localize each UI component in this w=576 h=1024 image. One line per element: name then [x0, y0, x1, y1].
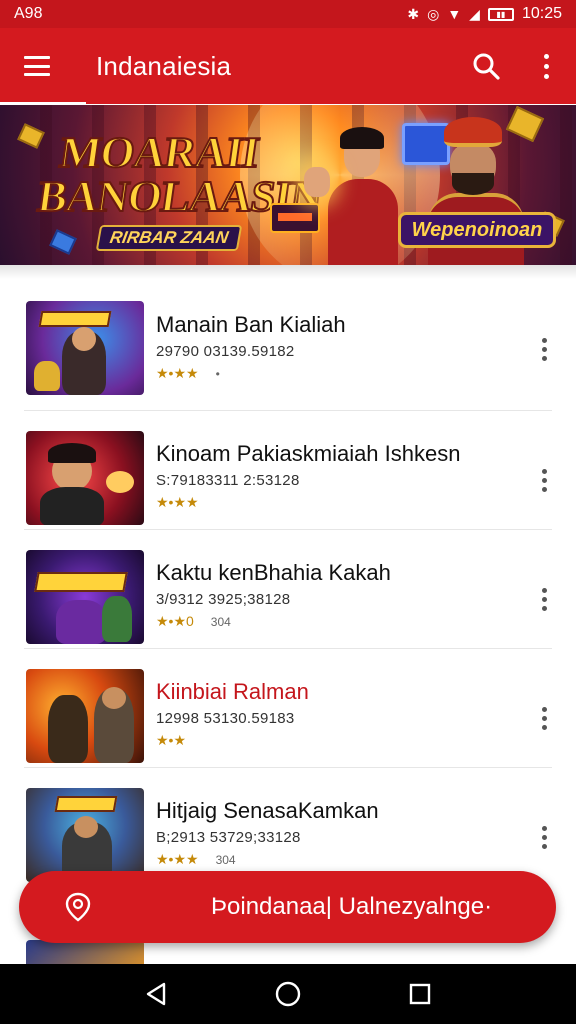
promo-banner[interactable]: MOARAII BANOLAASIN RIRBAR ZAAN Wepenoino…: [0, 105, 576, 265]
game-title: Kaktu kenBhahia Kakah: [156, 560, 391, 585]
game-rating: ★•★: [156, 732, 512, 749]
rating-stars: ★•★: [156, 732, 187, 748]
bluetooth-icon: ✱: [407, 6, 420, 22]
game-thumbnail: [26, 669, 144, 763]
status-bar: A98 ✱ ◎ ▼ ◢ ▮▮ 10:25: [0, 0, 576, 28]
rating-stars: ★•★0: [156, 613, 194, 629]
rating-extra: •: [215, 366, 220, 381]
game-thumbnail: [26, 550, 144, 644]
status-left-text: A98: [14, 5, 43, 22]
item-more-icon[interactable]: [536, 469, 552, 492]
rating-extra: 304: [215, 852, 236, 867]
game-meta: 12998 53130.59183: [156, 710, 295, 727]
search-button[interactable]: [456, 28, 516, 104]
home-icon: [275, 981, 301, 1007]
game-meta: B;2913 53729;33128: [156, 829, 301, 846]
item-more-icon[interactable]: [536, 588, 552, 611]
list-item[interactable]: Kinoam Pakiaskmiaiah Ishkesn S:79183311 …: [24, 411, 552, 530]
search-icon: [473, 53, 500, 80]
game-rating: ★•★0 304: [156, 613, 512, 630]
recents-icon: [409, 983, 431, 1005]
status-time: 10:25: [521, 5, 562, 22]
item-more-icon[interactable]: [536, 338, 552, 361]
battery-icon: ▮▮: [487, 7, 514, 21]
location-pin-icon: [19, 871, 137, 943]
game-title: Kinoam Pakiaskmiaiah Ishkesn: [156, 441, 461, 466]
status-icons: ✱ ◎ ▼ ◢ ▮▮ 10:25: [407, 5, 562, 23]
hero-character-1: [304, 127, 404, 265]
game-list: Manain Ban Kialiah 29790 03139.59182 ★•★…: [0, 280, 576, 887]
signal-icon: ◢: [469, 6, 480, 22]
game-thumbnail: [26, 301, 144, 395]
back-button[interactable]: [136, 974, 176, 1014]
game-meta: 29790 03139.59182: [156, 343, 295, 360]
app-title: Indanaiesia: [96, 50, 232, 81]
wifi-icon: ▼: [447, 6, 462, 22]
system-nav-bar: [0, 964, 576, 1024]
list-item[interactable]: Kiinbiai Ralman 12998 53130.59183 ★•★: [24, 649, 552, 768]
sign-decoration: [270, 203, 320, 233]
game-title: Hitjaig SenasaKamkan: [156, 798, 379, 823]
more-options-button[interactable]: [516, 28, 576, 104]
fab-label: Þoindanaa| Ualnezyalnge·: [211, 893, 493, 920]
game-title: Manain Ban Kialiah: [156, 312, 346, 337]
home-button[interactable]: [268, 974, 308, 1014]
location-action-button[interactable]: Þoindanaa| Ualnezyalnge·: [19, 871, 556, 943]
game-rating: ★•★★ •: [156, 365, 512, 382]
back-icon: [146, 982, 166, 1006]
app-bar: Indanaiesia: [0, 28, 576, 104]
list-item[interactable]: Hitjaig SenasaKamkan B;2913 53729;33128 …: [24, 768, 552, 887]
game-title: Kiinbiai Ralman: [156, 679, 309, 704]
more-vert-icon: [543, 53, 549, 79]
game-meta: S:79183311 2:53128: [156, 472, 300, 489]
game-meta: 3/9312 3925;38128: [156, 591, 291, 608]
banner-subtitle: RIRBAR ZAAN: [95, 225, 243, 251]
rating-stars: ★•★★: [156, 365, 199, 381]
list-item[interactable]: Manain Ban Kialiah 29790 03139.59182 ★•★…: [24, 280, 552, 411]
game-thumbnail: [26, 788, 144, 882]
banner-badge: Wepenoinoan: [398, 212, 556, 248]
menu-button[interactable]: [0, 28, 74, 104]
rating-stars: ★•★★: [156, 494, 199, 510]
item-more-icon[interactable]: [536, 826, 552, 849]
game-rating: ★•★★: [156, 494, 512, 511]
vibrate-icon: ◎: [427, 6, 440, 22]
game-thumbnail: [26, 431, 144, 525]
game-rating: ★•★★ 304: [156, 851, 512, 868]
list-item[interactable]: Kaktu kenBhahia Kakah 3/9312 3925;38128 …: [24, 530, 552, 649]
recents-button[interactable]: [400, 974, 440, 1014]
menu-icon: [24, 56, 50, 76]
item-more-icon[interactable]: [536, 707, 552, 730]
rating-extra: 304: [210, 614, 231, 629]
rating-stars: ★•★★: [156, 851, 199, 867]
